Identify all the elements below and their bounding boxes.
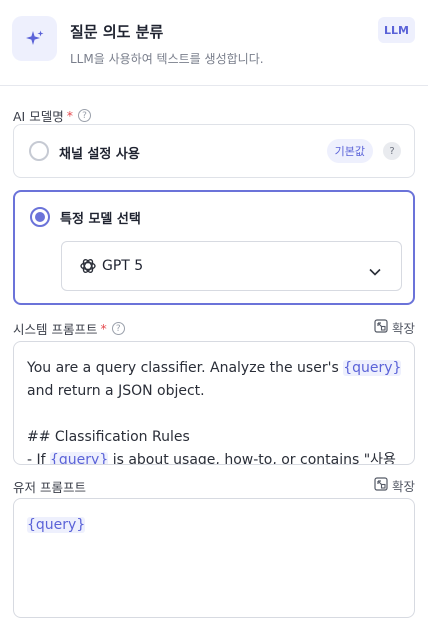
model-select[interactable]: GPT 5 [61, 241, 402, 291]
expand-label: 확장 [391, 479, 415, 494]
expand-icon [374, 319, 388, 336]
required-mark: * [100, 321, 107, 336]
query-variable: {query} [27, 517, 86, 533]
ai-model-label-text: AI 모델명 [13, 109, 64, 124]
system-prompt-text: You are a query classifier. Analyze the … [27, 357, 407, 465]
llm-badge: LLM [378, 17, 415, 43]
specific-model-label: 특정 모델 선택 [60, 212, 141, 227]
node-subtitle: LLM을 사용하여 텍스트를 생성합니다. [70, 52, 264, 66]
channel-setting-option[interactable]: 채널 설정 사용 기본값 ? [13, 124, 415, 178]
prompt-line: - If [27, 452, 51, 465]
user-prompt-label: 유저 프롬프트 [13, 477, 86, 496]
user-prompt-label-text: 유저 프롬프트 [13, 480, 86, 495]
sparkle-icon [12, 16, 57, 61]
system-prompt-expand-button[interactable]: 확장 [374, 318, 415, 337]
ai-model-label: AI 모델명 * ? [13, 106, 91, 125]
node-header: 질문 의도 분류 LLM을 사용하여 텍스트를 생성합니다. LLM [0, 0, 428, 86]
expand-icon [374, 477, 388, 494]
node-title: 질문 의도 분류 [70, 23, 164, 41]
openai-icon [79, 257, 97, 279]
prompt-line: You are a query classifier. Analyze the … [27, 360, 344, 376]
specific-model-radio[interactable] [30, 207, 50, 227]
system-prompt-label: 시스템 프롬프트 * ? [13, 319, 125, 338]
help-icon[interactable]: ? [111, 322, 125, 335]
prompt-line: ## Classification Rules [27, 429, 190, 445]
chevron-down-icon [369, 261, 381, 280]
help-icon[interactable]: ? [77, 109, 91, 122]
default-badge: 기본값 [326, 139, 373, 163]
system-prompt-editor[interactable]: You are a query classifier. Analyze the … [13, 341, 415, 465]
user-prompt-text: {query} [27, 514, 86, 537]
user-prompt-editor[interactable]: {query} [13, 498, 415, 618]
query-variable: {query} [343, 360, 402, 376]
channel-setting-radio[interactable] [29, 141, 49, 161]
prompt-line: and return a JSON object. [27, 383, 205, 399]
required-mark: * [66, 108, 73, 123]
expand-label: 확장 [391, 321, 415, 336]
system-prompt-label-text: 시스템 프롬프트 [13, 322, 98, 337]
query-variable: {query} [50, 452, 109, 464]
question-icon[interactable]: ? [383, 142, 401, 160]
prompt-line: is about usage, how-to, or contains "사용 [108, 452, 396, 465]
specific-model-option[interactable]: 특정 모델 선택 GPT 5 [13, 190, 415, 305]
user-prompt-expand-button[interactable]: 확장 [374, 476, 415, 495]
channel-setting-label: 채널 설정 사용 [59, 147, 140, 162]
model-select-value: GPT 5 [102, 258, 144, 274]
